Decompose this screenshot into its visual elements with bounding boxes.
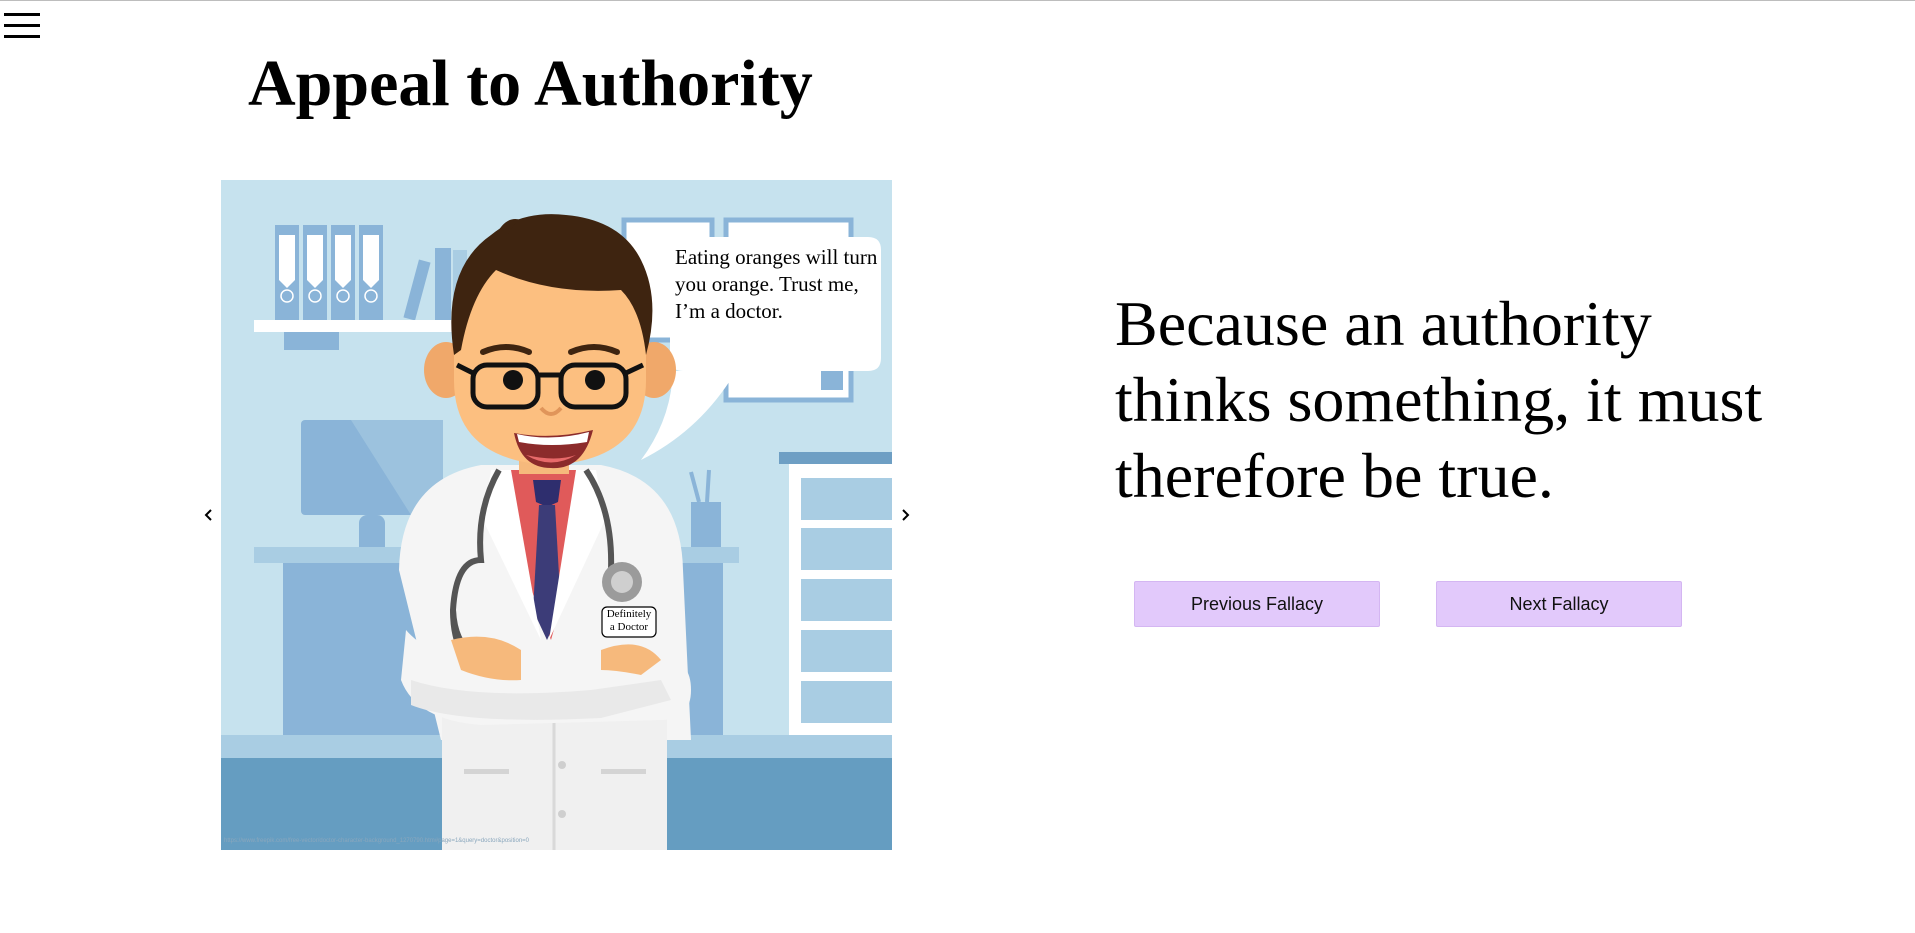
- carousel-next-button[interactable]: [895, 500, 915, 530]
- carousel-prev-button[interactable]: [199, 500, 219, 530]
- hamburger-menu-icon[interactable]: [4, 13, 40, 39]
- next-fallacy-button[interactable]: Next Fallacy: [1436, 581, 1682, 627]
- speech-bubble-text: Eating oranges will turn you orange. Tru…: [675, 245, 878, 323]
- fallacy-definition: Because an authority thinks something, i…: [1115, 288, 1763, 511]
- top-border: [0, 0, 1915, 1]
- chevron-left-icon: [204, 509, 212, 521]
- chevron-right-icon: [902, 509, 910, 521]
- previous-fallacy-button[interactable]: Previous Fallacy: [1134, 581, 1380, 627]
- image-credit: https://www.freepik.com/free-vector/doct…: [224, 838, 530, 844]
- name-badge: Definitely a Doctor: [606, 608, 652, 633]
- page-title: Appeal to Authority: [248, 47, 813, 120]
